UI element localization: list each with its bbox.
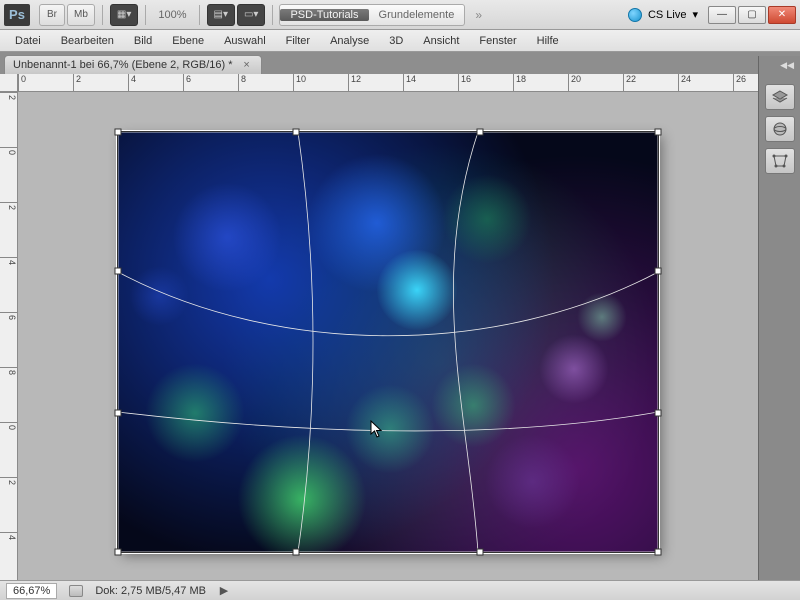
ruler-tick: 2 xyxy=(0,202,17,257)
workspace: 02468101214161820222426283032 2024680246… xyxy=(0,74,758,580)
warp-handle[interactable] xyxy=(655,267,662,274)
menu-hilfe[interactable]: Hilfe xyxy=(528,33,568,49)
toolbar-view-grid[interactable]: ▤▾ xyxy=(207,4,235,26)
panel-dock-collapse-icon[interactable]: ◀◀ xyxy=(780,60,794,71)
menu-analyse[interactable]: Analyse xyxy=(321,33,378,49)
ruler-tick: 26 xyxy=(733,74,758,91)
ruler-vertical[interactable]: 2024680246802 xyxy=(0,92,18,580)
toolbar-separator xyxy=(199,5,200,25)
window-controls: — ▢ ✕ xyxy=(708,6,796,24)
warp-handle[interactable] xyxy=(476,129,483,136)
menu-auswahl[interactable]: Auswahl xyxy=(215,33,275,49)
menu-fenster[interactable]: Fenster xyxy=(470,33,525,49)
ruler-tick: 4 xyxy=(0,257,17,312)
ruler-tick: 10 xyxy=(293,74,348,91)
ruler-tick: 4 xyxy=(128,74,183,91)
app-titlebar: Ps Br Mb ▦▾ 100% ▤▾ ▭▾ PSD-Tutorials Gru… xyxy=(0,0,800,30)
menu-ansicht[interactable]: Ansicht xyxy=(414,33,468,49)
panel-puppet-button[interactable] xyxy=(765,148,795,174)
status-zoom[interactable]: 66,67% xyxy=(6,583,57,599)
ruler-tick: 16 xyxy=(458,74,513,91)
panel-layers-button[interactable] xyxy=(765,84,795,110)
ruler-tick: 0 xyxy=(0,147,17,202)
menu-bar: Datei Bearbeiten Bild Ebene Auswahl Filt… xyxy=(0,30,800,52)
canvas-area[interactable] xyxy=(18,92,758,580)
cs-live-label: CS Live xyxy=(648,9,687,21)
menu-bild[interactable]: Bild xyxy=(125,33,161,49)
warp-handle[interactable] xyxy=(293,129,300,136)
warp-handle[interactable] xyxy=(293,549,300,556)
ruler-tick: 14 xyxy=(403,74,458,91)
toolbar-zoom-readout: 100% xyxy=(158,9,186,21)
ruler-tick: 8 xyxy=(238,74,293,91)
ruler-tick: 22 xyxy=(623,74,678,91)
ruler-tick: 2 xyxy=(73,74,128,91)
status-doc-size: Dok: 2,75 MB/5,47 MB xyxy=(95,585,206,597)
menu-3d[interactable]: 3D xyxy=(380,33,412,49)
menu-datei[interactable]: Datei xyxy=(6,33,50,49)
ruler-tick: 18 xyxy=(513,74,568,91)
panel-3d-button[interactable] xyxy=(765,116,795,142)
toolbar-btn-br[interactable]: Br xyxy=(39,4,65,26)
ruler-tick: 0 xyxy=(18,74,73,91)
window-minimize-button[interactable]: — xyxy=(708,6,736,24)
document-tab[interactable]: Unbenannt-1 bei 66,7% (Ebene 2, RGB/16) … xyxy=(4,55,262,74)
menu-ebene[interactable]: Ebene xyxy=(163,33,213,49)
status-preview-icon[interactable] xyxy=(69,585,83,597)
ruler-tick: 2 xyxy=(0,477,17,532)
warp-handle[interactable] xyxy=(655,129,662,136)
ruler-tick: 6 xyxy=(0,312,17,367)
toolbar-separator xyxy=(145,5,146,25)
ruler-tick: 4 xyxy=(0,532,17,580)
warp-handle[interactable] xyxy=(115,549,122,556)
workspace-more-icon[interactable]: » xyxy=(475,8,482,22)
canvas-image xyxy=(118,132,658,552)
toolbar-separator xyxy=(272,5,273,25)
document-canvas[interactable] xyxy=(118,132,658,552)
warp-handle[interactable] xyxy=(655,549,662,556)
window-close-button[interactable]: ✕ xyxy=(768,6,796,24)
ruler-horizontal[interactable]: 02468101214161820222426283032 xyxy=(18,74,758,92)
app-logo: Ps xyxy=(4,4,30,26)
sphere-icon xyxy=(773,122,787,136)
workspace-switcher[interactable]: PSD-Tutorials Grundelemente xyxy=(279,4,465,26)
document-tab-bar: Unbenannt-1 bei 66,7% (Ebene 2, RGB/16) … xyxy=(0,52,800,74)
ruler-tick: 6 xyxy=(183,74,238,91)
cs-live-button[interactable]: CS Live ▾ xyxy=(628,8,698,22)
toolbar-arrange-docs[interactable]: ▦▾ xyxy=(110,4,138,26)
ruler-tick: 12 xyxy=(348,74,403,91)
cs-live-icon xyxy=(628,8,642,22)
warp-handle[interactable] xyxy=(115,129,122,136)
ruler-tick: 8 xyxy=(0,367,17,422)
document-tab-close-icon[interactable]: × xyxy=(241,59,253,71)
toolbar-btn-mb[interactable]: Mb xyxy=(67,4,95,26)
ruler-origin[interactable] xyxy=(0,74,18,92)
puppet-warp-icon xyxy=(772,154,788,168)
chevron-down-icon: ▾ xyxy=(692,8,698,21)
ruler-tick: 0 xyxy=(0,422,17,477)
ruler-tick: 24 xyxy=(678,74,733,91)
status-bar: 66,67% Dok: 2,75 MB/5,47 MB ▶ xyxy=(0,580,800,600)
toolbar-separator xyxy=(102,5,103,25)
document-tab-title: Unbenannt-1 bei 66,7% (Ebene 2, RGB/16) … xyxy=(13,59,233,71)
menu-filter[interactable]: Filter xyxy=(277,33,319,49)
warp-handle[interactable] xyxy=(115,267,122,274)
ruler-tick: 20 xyxy=(568,74,623,91)
warp-handle[interactable] xyxy=(115,410,122,417)
window-maximize-button[interactable]: ▢ xyxy=(738,6,766,24)
status-doc-menu-icon[interactable]: ▶ xyxy=(218,585,230,597)
toolbar-screen-mode[interactable]: ▭▾ xyxy=(237,4,265,26)
warp-handle[interactable] xyxy=(476,549,483,556)
cursor-icon xyxy=(370,420,384,438)
menu-bearbeiten[interactable]: Bearbeiten xyxy=(52,33,123,49)
workspace-option[interactable]: Grundelemente xyxy=(369,9,465,21)
layers-icon xyxy=(772,90,788,104)
warp-handle[interactable] xyxy=(655,410,662,417)
ruler-tick: 2 xyxy=(0,92,17,147)
workspace-active[interactable]: PSD-Tutorials xyxy=(280,9,368,21)
panel-dock: ◀◀ xyxy=(758,56,800,580)
